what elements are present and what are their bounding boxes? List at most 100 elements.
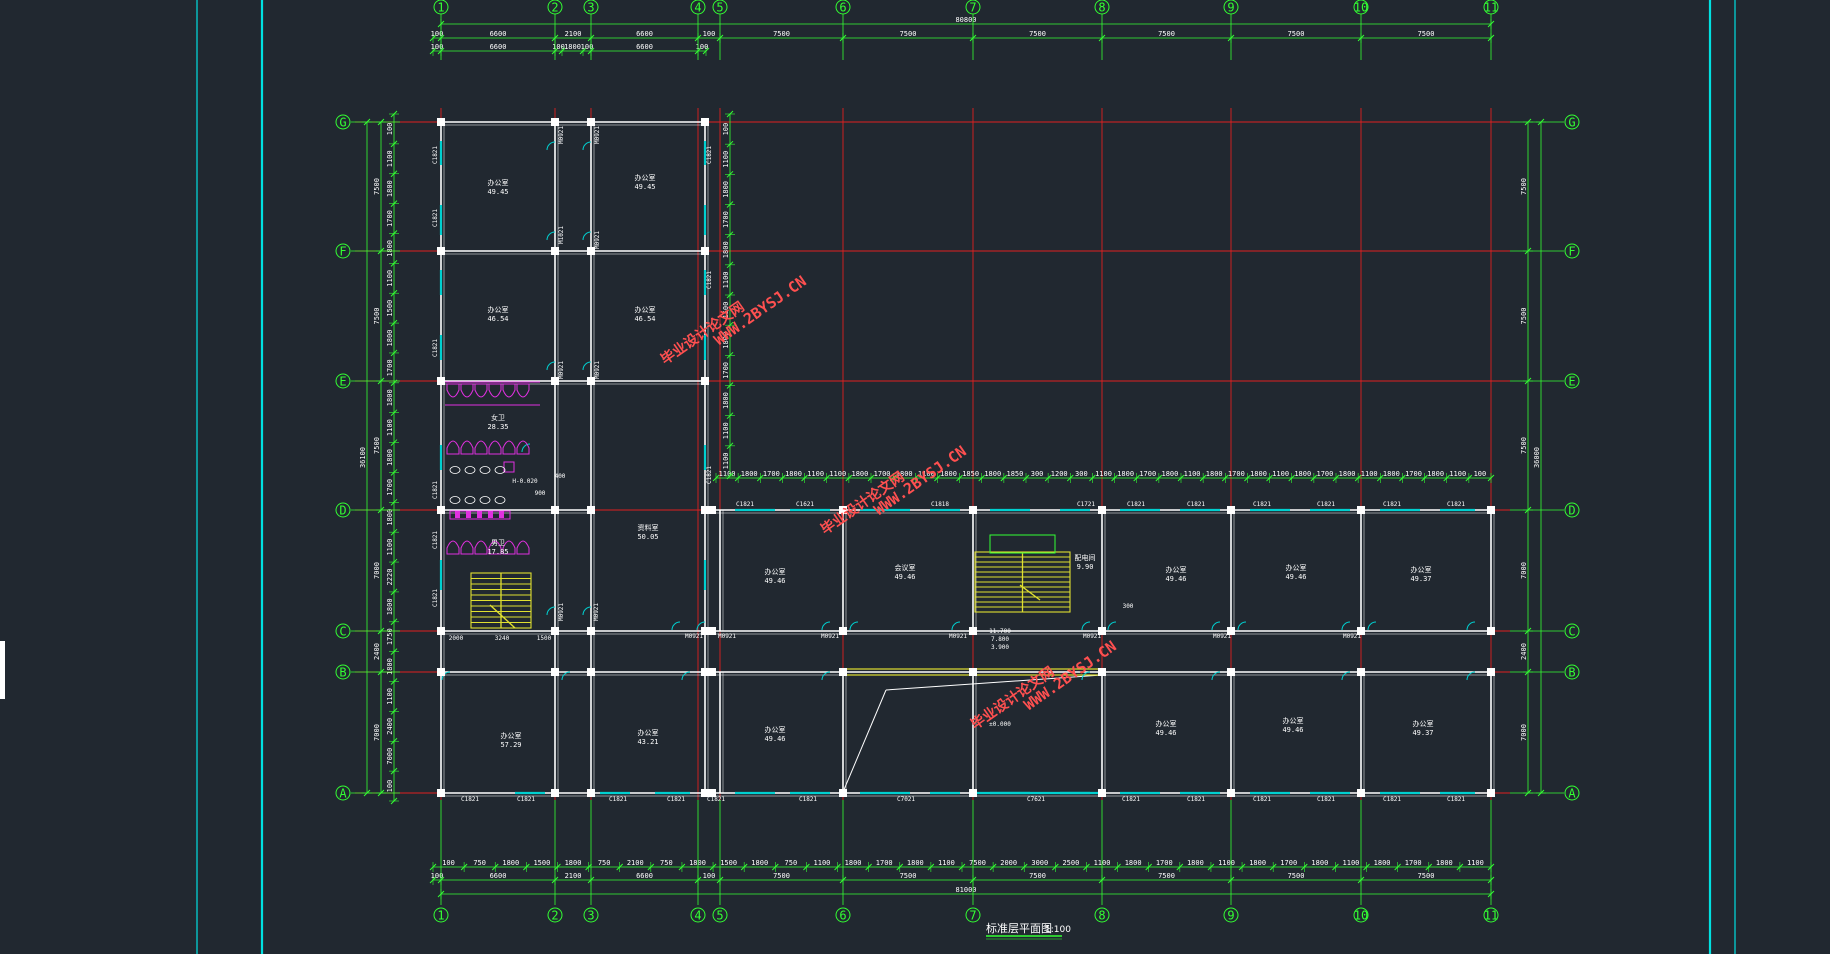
door-tag: M1021 (558, 226, 565, 244)
window-tag: C1821 (432, 531, 439, 549)
bottom-row1-dim-label: 1100 (1467, 859, 1484, 867)
bottom-row2-dim-label: 7500 (773, 872, 790, 880)
window-tag: C1621 (796, 501, 814, 508)
room-area: 49.46 (1165, 575, 1186, 583)
room-name: 办公室 (765, 725, 786, 734)
axis-bubble-label: 10 (1354, 1, 1368, 15)
axis-bubble-label: 7 (969, 1, 976, 15)
level-mark: 3.900 (991, 644, 1009, 651)
column (969, 789, 977, 797)
column (1227, 789, 1235, 797)
room-area: 49.46 (1155, 729, 1176, 737)
room-name: 办公室 (1166, 565, 1187, 574)
axis-bubble-label: 4 (694, 1, 701, 15)
axis-bubble-label: G (1568, 116, 1575, 130)
column (551, 627, 559, 635)
room-name: 办公室 (635, 173, 656, 182)
mid-chain-dim-label: 1100 (1095, 470, 1112, 478)
axis-bubble-label: 1 (437, 1, 444, 15)
left-bays-dim-label: 7000 (373, 562, 381, 579)
bottom-row1-dim-label: 100 (442, 859, 455, 867)
mid-vertical-dim-label: 1100 (722, 271, 730, 288)
mid-chain-dim-label: 1100 (1361, 470, 1378, 478)
axis-bubble-label: 6 (839, 1, 846, 15)
top-row1-dim-label: 7500 (1418, 30, 1435, 38)
top-row2-dim-label: 6600 (490, 43, 507, 51)
window-tag: C1821 (432, 209, 439, 227)
mid-chain-dim-label: 1800 (785, 470, 802, 478)
mid-chain-dim-label: 1700 (763, 470, 780, 478)
mid-chain-dim-label: 1800 (1161, 470, 1178, 478)
bottom-row1-dim-label: 750 (660, 859, 673, 867)
left-bays-dim-label: 7500 (373, 437, 381, 454)
floor-plan-canvas: 80800100 6600 2100 6600 100 7500 7500 7500 7500 7… (0, 0, 1830, 954)
axis-bubble-label: 4 (694, 909, 701, 923)
top-row1-dim-label: 100 (703, 30, 716, 38)
mid-vertical-dim-label: 1100 (722, 452, 730, 469)
column (437, 247, 445, 255)
mid-chain-dim-label: 1100 (719, 470, 736, 478)
top-row2-dim-label: 6600 (636, 43, 653, 51)
column (1227, 668, 1235, 676)
mid-vertical-dim-label: 1800 (722, 392, 730, 409)
level-mark: 11.700 (989, 628, 1011, 635)
left-segments-dim-label: 1800 (386, 658, 394, 675)
mid-chain-dim-label: 1800 (851, 470, 868, 478)
mid-vertical-dim-label: 1700 (722, 211, 730, 228)
top-row1-dim-label: 7500 (773, 30, 790, 38)
axis-bubble-label: 3 (587, 909, 594, 923)
axis-bubble-label: A (339, 787, 347, 801)
window-tag: C1821 (706, 271, 713, 289)
misc-dimension: 300 (1123, 603, 1134, 610)
column (551, 668, 559, 676)
top-row2-dim-label: 100 (431, 43, 444, 51)
column (1487, 506, 1495, 514)
mid-chain-dim-label: 1100 (1184, 470, 1201, 478)
column (437, 377, 445, 385)
window-tag: C1821 (432, 589, 439, 607)
mid-chain-dim-label: 1800 (1206, 470, 1223, 478)
bottom-row1-dim-label: 1100 (1218, 859, 1235, 867)
door-tag: M0921 (1083, 633, 1101, 640)
top-row1-dim-label: 100 (431, 30, 444, 38)
door-tag: M0921 (685, 633, 703, 640)
column (1098, 789, 1106, 797)
bottom-row1-dim-label: 1800 (1187, 859, 1204, 867)
room-area: 43.21 (637, 738, 658, 746)
room-name: 办公室 (635, 305, 656, 314)
room-area: 49.37 (1410, 575, 1431, 583)
right-bays-dim-label: 7000 (1520, 562, 1528, 579)
column (701, 118, 709, 126)
bottom-row1-dim-label: 750 (785, 859, 798, 867)
bottom-row1-dim-label: 1100 (1343, 859, 1360, 867)
room-area: 49.46 (764, 735, 785, 743)
axis-bubble-label: G (339, 116, 346, 130)
door-tag: M0921 (593, 603, 600, 621)
window-tag: C1821 (461, 796, 479, 803)
room-name: 办公室 (488, 178, 509, 187)
room-area: 49.37 (1412, 729, 1433, 737)
left-segments-dim-label: 1800 (386, 598, 394, 615)
axis-bubble-label: 5 (716, 909, 723, 923)
top-row2-dim-label: 100 (696, 43, 709, 51)
axis-bubble-label: 11 (1484, 1, 1498, 15)
left-segments-dim-label: 1700 (386, 479, 394, 496)
column (437, 627, 445, 635)
left-segments-dim-label: 2400 (386, 718, 394, 735)
mid-chain-dim-label: 100 (1474, 470, 1487, 478)
window-tag: C1821 (1187, 796, 1205, 803)
bottom-row2-dim-label: 100 (703, 872, 716, 880)
axis-bubble-label: 6 (839, 909, 846, 923)
bottom-row1-dim-label: 1700 (1405, 859, 1422, 867)
right-bays-dim-label: 7500 (1520, 437, 1528, 454)
room-name: 办公室 (1156, 719, 1177, 728)
room-name: 办公室 (488, 305, 509, 314)
window-tag: C1821 (517, 796, 535, 803)
left-segments-dim-label: 1100 (386, 150, 394, 167)
window-tag: C1821 (667, 796, 685, 803)
room-name: 女卫 (491, 413, 505, 422)
mid-chain-dim-label: 1100 (807, 470, 824, 478)
mid-vertical-dim-label: 1800 (722, 181, 730, 198)
top-row2-dim-label: 1800 (564, 43, 581, 51)
axis-bubble-label: 2 (551, 1, 558, 15)
